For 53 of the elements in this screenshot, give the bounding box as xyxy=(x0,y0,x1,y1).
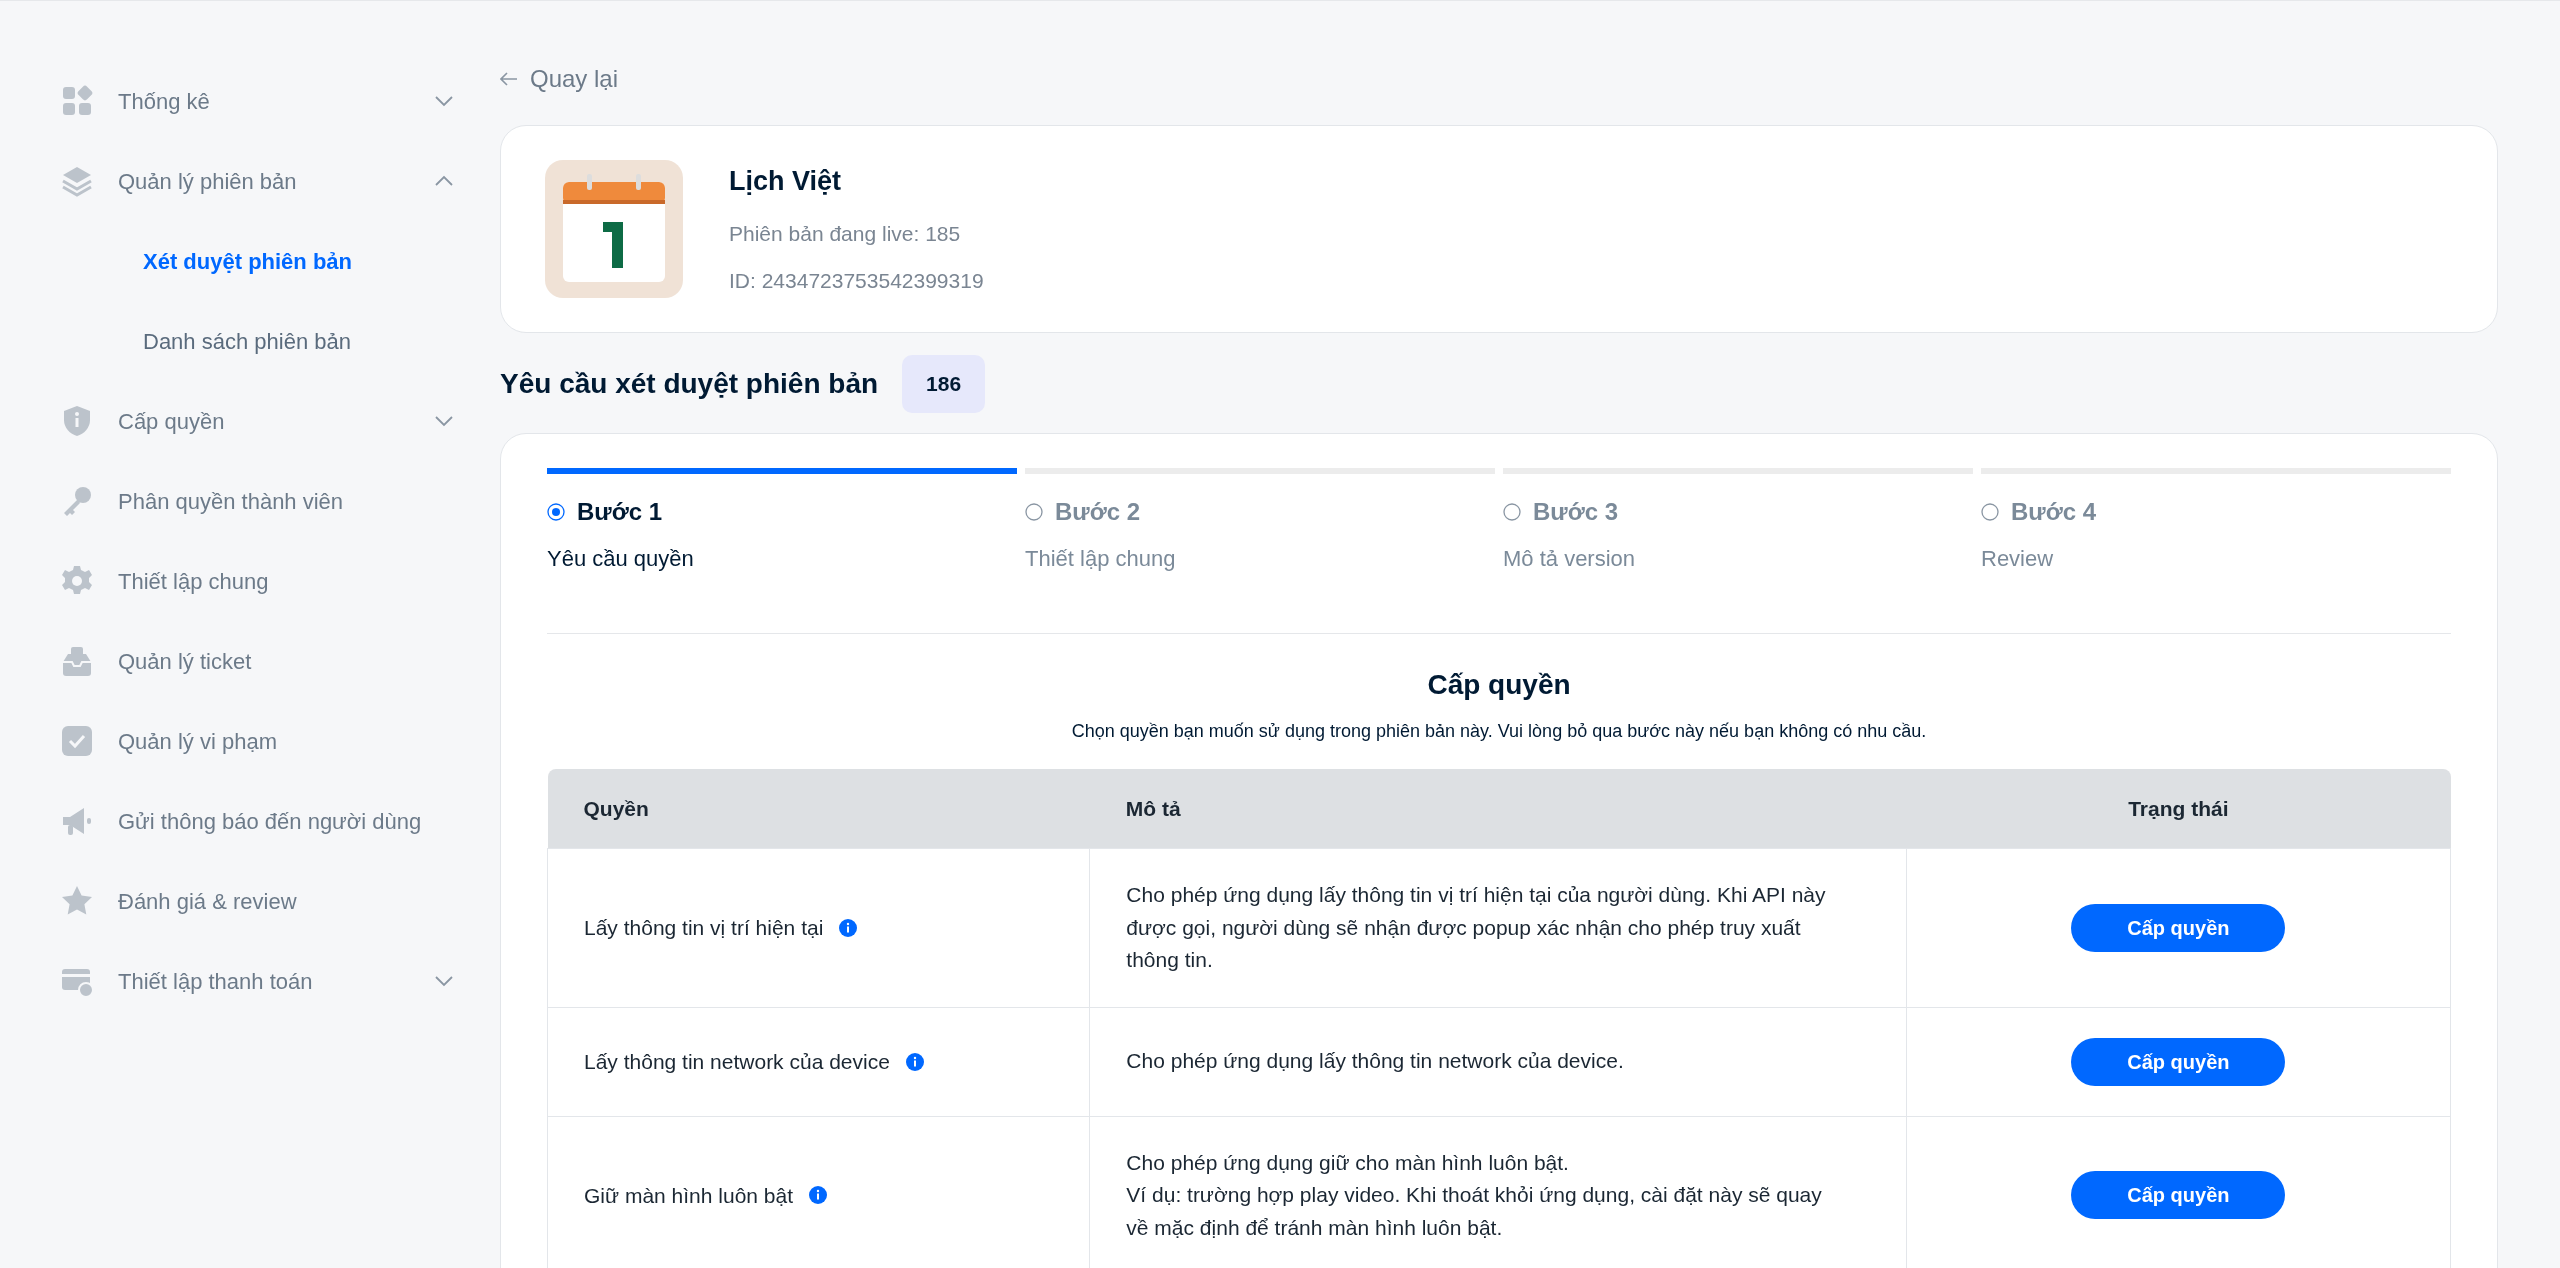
step-label: Bước 1 xyxy=(577,496,663,527)
radio-icon[interactable] xyxy=(547,502,565,521)
sidebar-item[interactable]: Cấp quyền xyxy=(60,381,455,461)
step-label: Bước 3 xyxy=(1533,496,1619,527)
sidebar-item[interactable]: Quản lý phiên bản xyxy=(60,141,455,221)
sidebar-item[interactable]: Quản lý vi phạm xyxy=(60,701,455,781)
back-link[interactable]: Quay lại xyxy=(500,61,619,97)
inbox-icon xyxy=(60,644,94,678)
sidebar-item[interactable]: Thống kê xyxy=(60,61,455,141)
layers-icon xyxy=(60,164,94,198)
app-name: Lịch Việt xyxy=(729,165,843,199)
table-cell-text: Lấy thông tin vị trí hiện tại xyxy=(584,915,824,942)
section-subtitle: Chọn quyền bạn muốn sử dụng trong phiên bản này. Vui lòng bỏ qua bước này nếu bạn không có nhu cầu. xyxy=(1070,719,1928,743)
sidebar-item[interactable]: Quản lý ticket xyxy=(60,621,455,701)
sidebar-subitem[interactable]: Xét duyệt phiên bản xyxy=(143,244,353,278)
step-label: Bước 4 xyxy=(2011,496,2097,527)
step-caption: Review xyxy=(1981,544,2055,573)
version-badge: 186 xyxy=(902,355,986,413)
radio-icon[interactable] xyxy=(1503,502,1521,521)
step-caption: Mô tả version xyxy=(1503,544,1637,573)
section-title: Cấp quyền xyxy=(1426,667,1572,702)
grant-button[interactable]: Cấp quyền xyxy=(2071,1171,2286,1220)
column-header: Mô tả xyxy=(1089,768,1907,849)
sidebar-item[interactable]: Thiết lập chung xyxy=(60,541,455,621)
sidebar-item[interactable]: Thiết lập thanh toán xyxy=(60,941,455,1021)
step-caption: Thiết lập chung xyxy=(1025,544,1177,573)
column-header: Trạng thái xyxy=(1906,768,2451,849)
column-header: Quyền xyxy=(547,768,1090,849)
table-cell-text: Cho phép ứng dụng lấy thông tin network của device. xyxy=(1126,1048,1625,1075)
sidebar-item[interactable]: Phân quyền thành viên xyxy=(60,461,455,541)
grant-button[interactable]: Cấp quyền xyxy=(2071,1037,2286,1086)
info-icon[interactable] xyxy=(905,1052,924,1071)
table-cell-text: Cho phép ứng dụng lấy thông tin vị trí hiện tại của người dùng. Khi API này được gọi, người dùng sẽ nhận được popup xác nhận cho phép truy xuất thông tin. xyxy=(1126,882,1827,974)
info-icon[interactable] xyxy=(809,1186,827,1205)
section-heading: Yêu cầu xét duyệt phiên bản xyxy=(500,366,879,401)
table-cell-text: Lấy thông tin network của device xyxy=(584,1048,890,1075)
sidebar-item[interactable]: Đánh giá & review xyxy=(60,861,455,941)
table-cell-text: Cho phép ứng dụng giữ cho màn hình luôn bật. Ví dụ: trường hợp play video. Khi thoát khỏi ứng dụng, cài đặt này sẽ quay về mặc định để tránh màn hình luôn bật. xyxy=(1126,1149,1823,1241)
sidebar-item[interactable]: Gửi thông báo đến người dùng xyxy=(60,781,455,861)
arrow-left-icon xyxy=(500,72,518,86)
radio-icon[interactable] xyxy=(1025,502,1043,521)
live-version: Phiên bản đang live: 185 xyxy=(729,220,962,247)
info-icon[interactable] xyxy=(839,918,858,937)
checkbox-icon xyxy=(60,724,94,758)
step-caption: Yêu cầu quyền xyxy=(547,544,695,573)
app-id: ID: 2434723753542399319 xyxy=(729,268,984,295)
table-cell-text: Giữ màn hình luôn bật xyxy=(584,1182,793,1209)
step-label: Bước 2 xyxy=(1055,496,1141,527)
grant-button[interactable]: Cấp quyền xyxy=(2071,903,2286,952)
grid-icon xyxy=(60,84,94,118)
radio-icon[interactable] xyxy=(1981,502,1999,521)
sidebar-subitem[interactable]: Danh sách phiên bản xyxy=(143,324,351,358)
calendar-icon xyxy=(545,160,683,298)
